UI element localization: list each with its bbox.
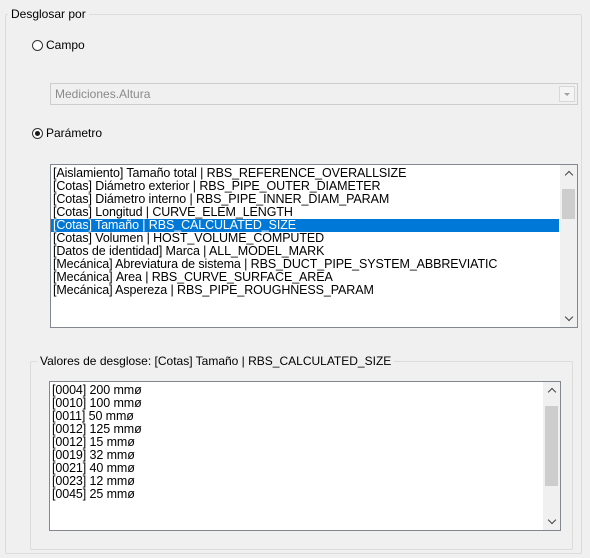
breakdown-values-label: Valores de desglose: [Cotas] Tamaño | RB…: [37, 354, 395, 368]
chevron-up-icon: [547, 387, 556, 397]
list-item[interactable]: [Cotas] Longitud | CURVE_ELEM_LENGTH: [51, 206, 559, 219]
list-item[interactable]: [0011] 50 mmø: [50, 410, 542, 423]
list-item[interactable]: [0023] 12 mmø: [50, 475, 542, 488]
parametro-radio-label: Parámetro: [46, 126, 103, 140]
list-item[interactable]: [Mecánica] Aspereza | RBS_PIPE_ROUGHNESS…: [51, 284, 559, 297]
list-item[interactable]: [0012] 15 mmø: [50, 436, 542, 449]
scrollbar-thumb[interactable]: [562, 189, 575, 219]
campo-field-select: Mediciones.Altura: [50, 83, 578, 105]
scroll-down-button[interactable]: [560, 310, 577, 327]
list-item[interactable]: [0019] 32 mmø: [50, 449, 542, 462]
parameter-listbox[interactable]: [Aislamiento] Tamaño total | RBS_REFEREN…: [50, 164, 578, 328]
campo-field-value: Mediciones.Altura: [55, 87, 151, 101]
list-item[interactable]: [0045] 25 mmø: [50, 488, 542, 501]
campo-radio-button[interactable]: [32, 39, 43, 51]
chevron-down-icon: [559, 86, 575, 102]
scroll-up-button[interactable]: [560, 165, 577, 182]
chevron-down-icon: [564, 312, 573, 322]
list-item[interactable]: [0021] 40 mmø: [50, 462, 542, 475]
list-item[interactable]: [0004] 200 mmø: [50, 384, 542, 397]
list-item[interactable]: [0010] 100 mmø: [50, 397, 542, 410]
values-list-scrollbar[interactable]: [543, 382, 560, 530]
scroll-up-button[interactable]: [543, 382, 560, 399]
scroll-down-button[interactable]: [543, 513, 560, 530]
chevron-down-icon: [547, 515, 556, 525]
list-item[interactable]: [Mecánica] Abreviatura de sistema | RBS_…: [51, 258, 559, 271]
list-item[interactable]: [Datos de identidad] Marca | ALL_MODEL_M…: [51, 245, 559, 258]
values-listbox[interactable]: [0004] 200 mmø [0010] 100 mmø [0011] 50 mm…: [49, 381, 561, 531]
list-item[interactable]: [Cotas] Diámetro interno | RBS_PIPE_INNE…: [51, 193, 559, 206]
list-item[interactable]: [Cotas] Diámetro exterior | RBS_PIPE_OUT…: [51, 180, 559, 193]
list-item[interactable]: [Mecánica] Área | RBS_CURVE_SURFACE_AREA: [51, 271, 559, 284]
list-item[interactable]: [0012] 125 mmø: [50, 423, 542, 436]
parametro-radio-button[interactable]: [32, 127, 43, 139]
parameter-list-scrollbar[interactable]: [560, 165, 577, 327]
list-item[interactable]: [Cotas] Tamaño | RBS_CALCULATED_SIZE: [51, 219, 559, 232]
campo-radio[interactable]: Campo: [32, 38, 85, 52]
parametro-radio[interactable]: Parámetro: [32, 126, 102, 140]
chevron-up-icon: [564, 170, 573, 180]
breakdown-by-label: Desglosar por: [8, 7, 89, 21]
scrollbar-thumb[interactable]: [545, 406, 558, 486]
campo-radio-label: Campo: [46, 38, 85, 52]
list-item[interactable]: [Aislamiento] Tamaño total | RBS_REFEREN…: [51, 167, 559, 180]
list-item[interactable]: [Cotas] Volumen | HOST_VOLUME_COMPUTED: [51, 232, 559, 245]
